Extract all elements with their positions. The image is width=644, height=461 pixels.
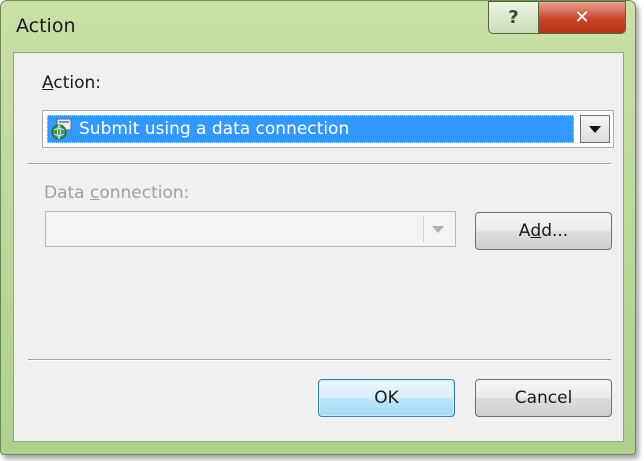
data-connection-globe-icon xyxy=(51,118,75,140)
action-selected-text: Submit using a data connection xyxy=(79,119,350,139)
chevron-down-icon xyxy=(589,125,601,133)
cancel-button[interactable]: Cancel xyxy=(475,379,612,417)
close-button[interactable]: ✕ xyxy=(538,1,626,34)
dialog-body: Action: Submit using a data connection D… xyxy=(13,52,624,442)
close-icon: ✕ xyxy=(574,7,590,28)
action-label: Action: xyxy=(42,73,101,93)
ok-button[interactable]: OK xyxy=(318,379,455,417)
action-selected-item: Submit using a data connection xyxy=(47,115,574,143)
separator-bottom xyxy=(28,359,611,361)
window-title: Action xyxy=(16,15,76,37)
action-dropdown-arrow[interactable] xyxy=(580,115,610,143)
help-button[interactable]: ? xyxy=(488,1,539,34)
help-icon: ? xyxy=(508,7,519,28)
add-button[interactable]: Ad d... xyxy=(475,212,612,250)
data-connection-dropdown xyxy=(45,211,456,247)
action-dropdown[interactable]: Submit using a data connection xyxy=(42,110,614,148)
data-connection-dropdown-arrow xyxy=(423,216,452,242)
data-connection-label: Data connection: xyxy=(44,183,190,203)
action-dialog-window: Action ? ✕ Action: Submit using a data c… xyxy=(0,0,636,455)
title-bar[interactable]: Action ? ✕ xyxy=(1,1,635,51)
chevron-down-icon xyxy=(432,225,444,233)
separator-top xyxy=(28,163,611,165)
